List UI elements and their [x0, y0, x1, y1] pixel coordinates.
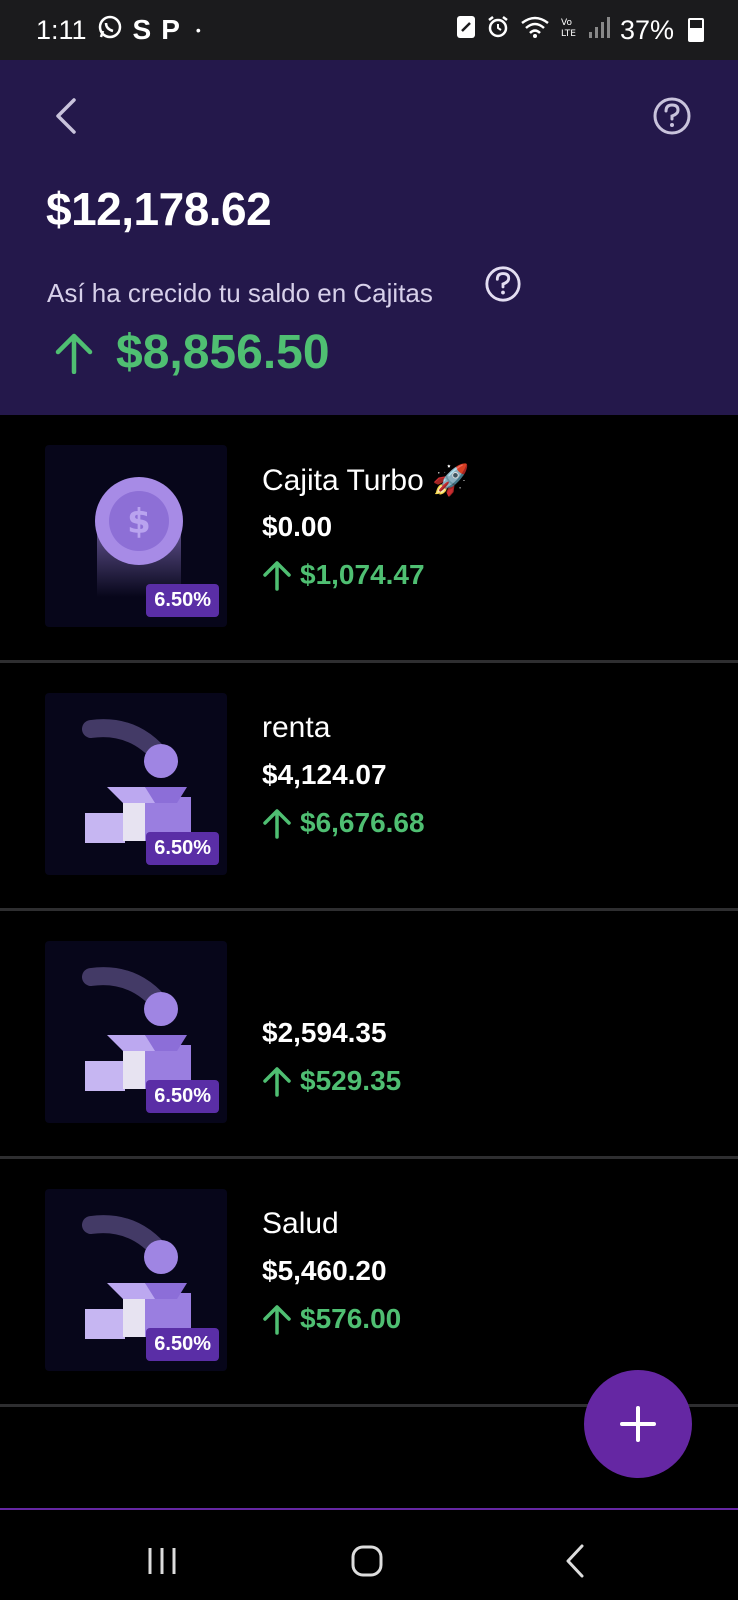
- header: $12,178.62 Así ha crecido tu saldo en Ca…: [0, 60, 738, 415]
- cajita-gain-amount: $6,676.68: [300, 807, 425, 838]
- rate-badge: 6.50%: [146, 1328, 219, 1361]
- status-bar: 1:11 S P • Vo LTE 37%: [0, 0, 738, 60]
- growth-amount: $8,856.50: [116, 326, 330, 379]
- arrow-up-icon: [263, 561, 291, 591]
- svg-text:Vo: Vo: [561, 18, 572, 28]
- cajita-amount: $4,124.07: [262, 759, 387, 790]
- growth-help-button[interactable]: [484, 265, 522, 303]
- cajita-name: renta: [262, 711, 331, 744]
- question-circle-icon: [653, 97, 691, 135]
- cajita-item[interactable]: 6.50% Salud $5,460.20 $576.00: [0, 1159, 738, 1407]
- cajita-name: Cajita Turbo 🚀: [262, 464, 470, 497]
- battery-icon: [688, 18, 704, 42]
- arrow-up-icon: [263, 1305, 291, 1335]
- cajita-gain: $529.35: [262, 1065, 401, 1097]
- back-button[interactable]: [48, 94, 84, 138]
- growth-label: Así ha crecido tu saldo en Cajitas: [47, 278, 433, 308]
- recents-icon: [148, 1548, 176, 1574]
- home-icon: [351, 1545, 383, 1577]
- arrow-up-icon: [55, 333, 93, 374]
- rate-badge: 6.50%: [146, 1080, 219, 1113]
- help-button[interactable]: [652, 96, 692, 136]
- whatsapp-icon: [97, 14, 123, 47]
- volte-icon: Vo LTE: [560, 15, 578, 46]
- cajita-item[interactable]: $ 6.50% Cajita Turbo 🚀 $0.00 $1,074.47: [0, 415, 738, 663]
- rate-badge: 6.50%: [146, 584, 219, 617]
- add-cajita-button[interactable]: [584, 1370, 692, 1478]
- rate-badge: 6.50%: [146, 832, 219, 865]
- cajita-thumbnail: 6.50%: [45, 1189, 227, 1371]
- cajita-amount: $5,460.20: [262, 1255, 387, 1286]
- cajita-gain: $6,676.68: [262, 807, 425, 839]
- cajita-amount: $0.00: [262, 511, 333, 542]
- system-nav-bar: [0, 1510, 738, 1600]
- cajitas-list: $ 6.50% Cajita Turbo 🚀 $0.00 $1,074.47 6…: [0, 415, 738, 1407]
- cajita-item[interactable]: 6.50% renta $4,124.07 $6,676.68: [0, 663, 738, 911]
- notification-dot-icon: •: [195, 22, 201, 38]
- plus-icon: [620, 1406, 656, 1442]
- arrow-up-icon: [263, 809, 291, 839]
- svg-text:$: $: [127, 502, 151, 542]
- cajita-name: Salud: [262, 1207, 339, 1240]
- question-circle-icon: [485, 266, 521, 302]
- chevron-left-icon: [566, 1544, 584, 1578]
- recents-button[interactable]: [146, 1546, 178, 1576]
- cajita-gain: $1,074.47: [262, 559, 469, 591]
- growth-amount-row: $8,856.50: [54, 325, 330, 380]
- alarm-icon: [486, 15, 510, 46]
- chevron-left-icon: [56, 98, 76, 134]
- status-time: 1:11: [36, 14, 87, 45]
- cajita-gain: $576.00: [262, 1303, 401, 1335]
- cajita-gain-amount: $576.00: [300, 1303, 402, 1334]
- s-app-icon: S: [132, 14, 152, 45]
- wifi-icon: [520, 15, 550, 46]
- total-balance: $12,178.62: [46, 183, 272, 235]
- cajita-gain-amount: $529.35: [300, 1065, 402, 1096]
- battery-level: 37%: [619, 14, 674, 45]
- cajita-item[interactable]: 6.50% $2,594.35 $529.35: [0, 911, 738, 1159]
- cajita-thumbnail: 6.50%: [45, 693, 227, 875]
- system-back-button[interactable]: [562, 1542, 588, 1580]
- cajita-gain-amount: $1,074.47: [300, 559, 425, 590]
- cajita-thumbnail: $ 6.50%: [45, 445, 227, 627]
- cajita-amount: $2,594.35: [262, 1017, 387, 1048]
- cajita-thumbnail: 6.50%: [45, 941, 227, 1123]
- signal-icon: [588, 15, 610, 46]
- nfc-icon: [456, 15, 476, 46]
- arrow-up-icon: [263, 1067, 291, 1097]
- home-button[interactable]: [350, 1544, 384, 1578]
- p-app-icon: P: [161, 14, 180, 45]
- svg-text:LTE: LTE: [561, 29, 576, 39]
